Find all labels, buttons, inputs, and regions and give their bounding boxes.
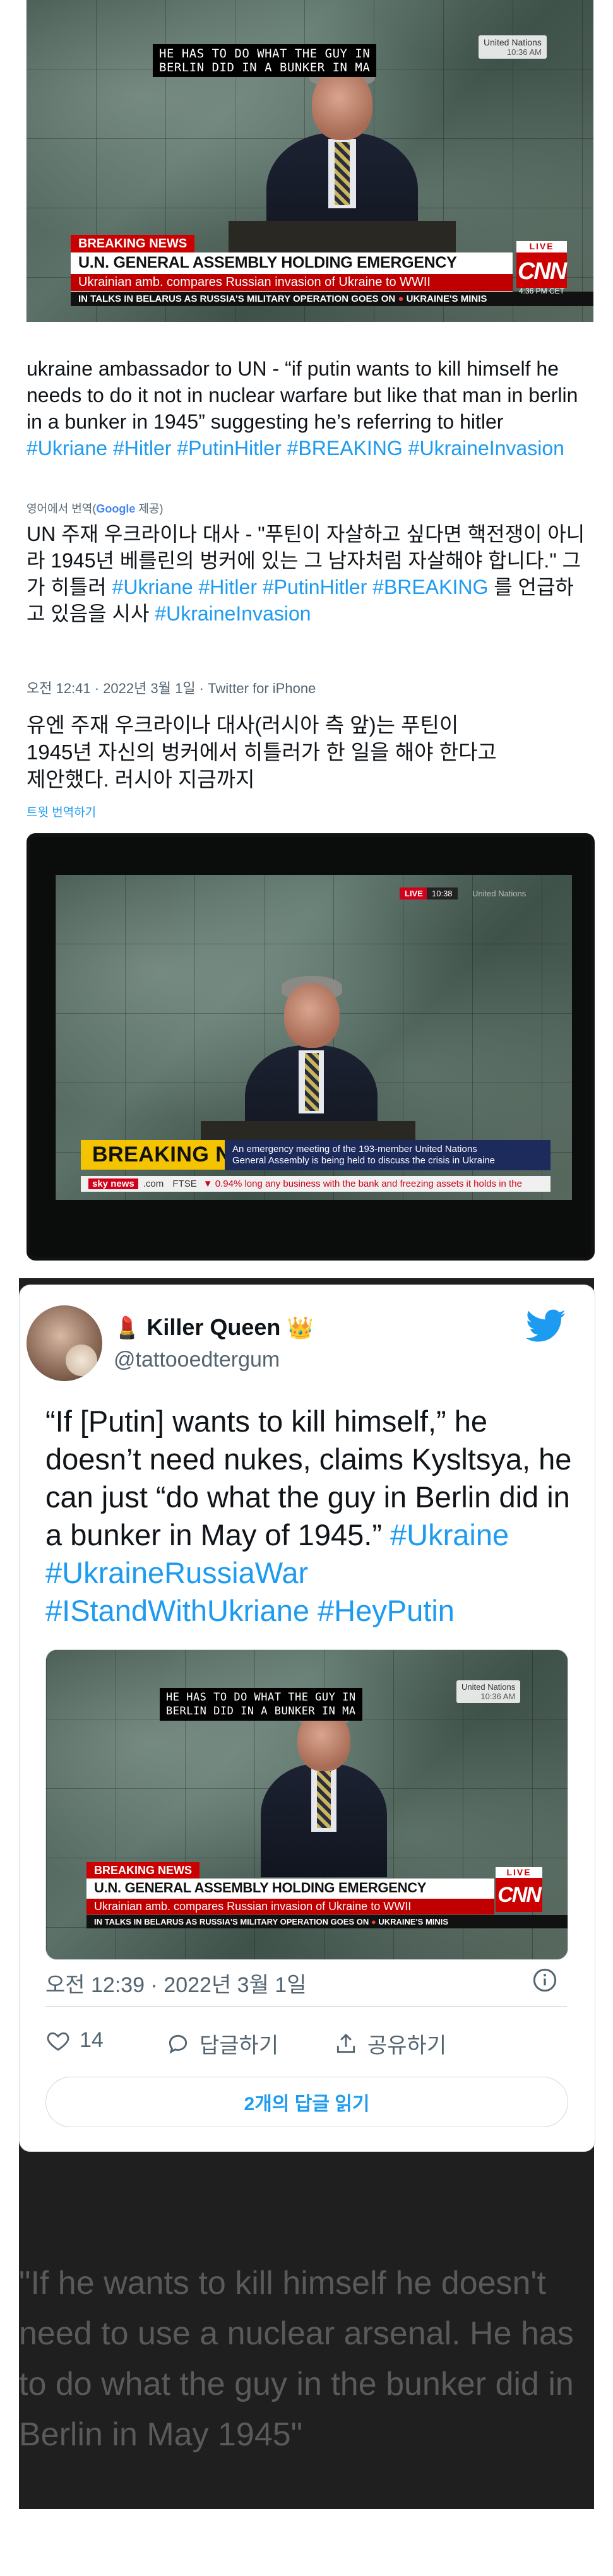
un-label: United Nations: [484, 37, 542, 47]
caption-line: BERLIN DID IN A BUNKER IN MA: [159, 61, 371, 74]
un-badge: United Nations 10:36 AM: [456, 1680, 521, 1703]
story-description: An emergency meeting of the 193-member U…: [225, 1140, 551, 1170]
sky-ticker: sky news .com FTSE ▼ 0.94% long any busine…: [81, 1176, 551, 1192]
share-icon: [336, 2033, 355, 2053]
tweet-timestamp[interactable]: 오전 12:39 · 2022년 3월 1일: [45, 1968, 307, 1998]
subheadline: Ukrainian amb. compares Russian invasion…: [71, 274, 513, 291]
user-handle[interactable]: @tattooedtergum: [114, 1348, 280, 1372]
breaking-news-label: BREAKING NEWS: [86, 1862, 200, 1879]
sky-time: 10:38: [427, 887, 458, 899]
live-badge: LIVE: [516, 241, 567, 252]
quote-text: "If he wants to kill himself he doesn't …: [19, 2265, 574, 2453]
hashtag-link[interactable]: #BREAKING: [287, 437, 403, 460]
cnn-logo: CNN: [516, 252, 567, 288]
caption-line: HE HAS TO DO WHAT THE GUY IN: [159, 47, 371, 61]
reply-text: 유엔 주재 우크라이나 대사(러시아 측 앞)는 푸틴이 1945년 자신의 벙…: [27, 713, 497, 791]
divider: [45, 2006, 567, 2007]
hashtag-link[interactable]: #UkraineInvasion: [155, 602, 311, 625]
breaking-news-label: BREAKING NEWS: [71, 235, 195, 253]
hashtag-link[interactable]: #UkraineInvasion: [408, 437, 564, 460]
share-button[interactable]: 공유하기: [333, 2028, 446, 2059]
crown-emoji-icon: 👑: [287, 1316, 314, 1340]
hashtag-link[interactable]: #Hitler: [113, 437, 171, 460]
ticker: IN TALKS IN BELARUS AS RUSSIA'S MILITARY…: [86, 1915, 568, 1928]
cnn-logo: CNN: [496, 1878, 542, 1912]
tweet-meta: 오전 12:41 · 2022년 3월 1일 · Twitter for iPh…: [27, 680, 316, 696]
hashtag-link[interactable]: #Ukraine: [390, 1518, 509, 1552]
sky-news-logo: sky news: [88, 1178, 138, 1189]
hashtag-link[interactable]: #PutinHitler: [177, 437, 281, 460]
hashtag-link[interactable]: #Ukriane: [112, 576, 193, 598]
cnn-time: 4:36 PM CET: [518, 287, 565, 295]
un-badge: United Nations 10:36 AM: [479, 35, 547, 59]
subheadline: Ukrainian amb. compares Russian invasion…: [86, 1899, 494, 1914]
cnn-screenshot: HE HAS TO DO WHAT THE GUY IN BERLIN DID …: [27, 0, 593, 322]
info-icon[interactable]: [532, 1968, 557, 1993]
closed-caption: HE HAS TO DO WHAT THE GUY IN BERLIN DID …: [153, 44, 377, 77]
live-badge: LIVE: [400, 887, 428, 899]
heart-icon: [47, 2032, 69, 2051]
lipstick-emoji-icon: 💄: [114, 1316, 141, 1340]
hashtag-link[interactable]: #HeyPutin: [318, 1594, 455, 1627]
speaker-figure: [261, 1701, 387, 1877]
reply-bubble-icon: [169, 2034, 187, 2054]
hashtag-link[interactable]: #Ukriane: [27, 437, 107, 460]
like-button[interactable]: 14: [45, 2028, 104, 2053]
hashtag-link[interactable]: #BREAKING: [372, 576, 488, 598]
speaker-figure: [266, 57, 418, 259]
translated-by: 영어에서 번역(Google 제공): [27, 502, 164, 515]
card-tweet-text: “If [Putin] wants to kill himself,” he d…: [45, 1404, 572, 1627]
hashtag-link[interactable]: #UkraineRussiaWar: [45, 1556, 308, 1589]
tweet-text-korean: UN 주재 우크라이나 대사 - "푸틴이 자살하고 싶다면 핵전쟁이 아니라 …: [27, 523, 585, 625]
read-replies-button[interactable]: 2개의 답글 읽기: [45, 2077, 568, 2127]
hashtag-link[interactable]: #IStandWithUkriane: [45, 1594, 309, 1627]
twitter-bird-icon[interactable]: [526, 1309, 566, 1344]
hashtag-link[interactable]: #PutinHitler: [263, 576, 367, 598]
closed-caption: HE HAS TO DO WHAT THE GUY IN BERLIN DID …: [160, 1688, 362, 1721]
tweet-text-english: ukraine ambassador to UN - “if putin wan…: [27, 357, 578, 460]
display-name[interactable]: 💄 Killer Queen 👑: [114, 1314, 314, 1341]
card-media-image[interactable]: HE HAS TO DO WHAT THE GUY IN BERLIN DID …: [45, 1649, 568, 1960]
like-count: 14: [80, 2028, 104, 2052]
hashtag-link[interactable]: #Hitler: [199, 576, 257, 598]
un-time: 10:36 AM: [506, 47, 542, 57]
un-label: United Nations: [472, 889, 527, 898]
reply-button[interactable]: 답글하기: [165, 2028, 278, 2059]
avatar[interactable]: [27, 1305, 102, 1381]
translate-tweet-link[interactable]: 트윗 번역하기: [27, 803, 96, 820]
sky-screenshot: LIVE 10:38 United Nations BREAKING NEWS …: [27, 833, 595, 1261]
live-badge: LIVE: [496, 1867, 542, 1878]
